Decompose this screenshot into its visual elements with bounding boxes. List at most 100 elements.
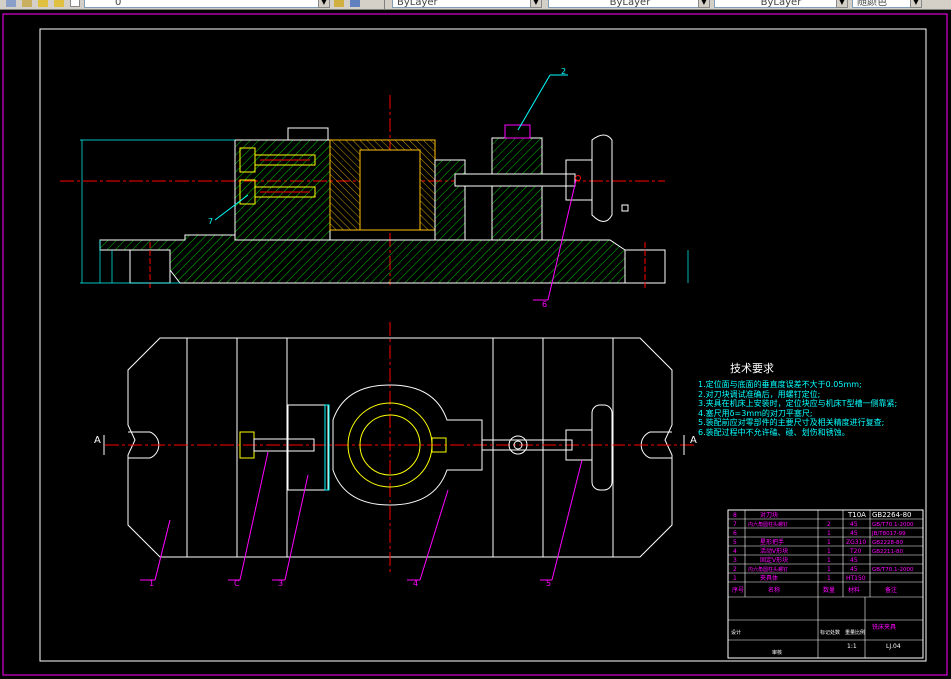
color-dropdown[interactable]: ByLayer — [392, 0, 542, 8]
bom-qty: 1 — [827, 557, 831, 564]
bom-no: 3 — [733, 557, 737, 564]
bom-name: 对刀块 — [760, 511, 778, 519]
balloon-6: 6 — [542, 300, 547, 309]
lineweight-dropdown[interactable]: ByLayer — [714, 0, 844, 8]
bom-name: 内六角圆柱头螺钉 — [748, 521, 788, 528]
front-section-view — [60, 74, 689, 301]
bom-std: GB2211-80 — [872, 549, 904, 555]
leader-4 — [419, 489, 449, 581]
bom-name: 固定V形块 — [760, 556, 788, 564]
plotstyle-dropdown-arrow-icon[interactable]: ▼ — [910, 0, 922, 8]
lightbulb-icon[interactable] — [38, 0, 48, 7]
plotstyle-value: 随颜色 — [857, 0, 887, 8]
balloon-1: 1 — [149, 579, 154, 588]
bom-no: 5 — [733, 539, 737, 546]
bom-header-material: 材料 — [848, 586, 860, 594]
fixture-base-section — [99, 234, 626, 284]
screw-center-mark — [575, 175, 581, 181]
bom-qty: 1 — [827, 548, 831, 555]
leader-3 — [284, 474, 309, 581]
balloon-4: 4 — [413, 579, 418, 588]
tech-line: 3.夹具在机床上安装时，定位块应与机床T型槽一侧靠紧; — [698, 399, 898, 409]
sheet-inner-border — [39, 28, 927, 662]
bom-material: 45 — [850, 557, 858, 564]
properties-toolbar: 0 ▼ ByLayer ▼ ByLayer ▼ ByLayer ▼ 随颜色 ▼ — [0, 0, 951, 10]
section-label-left: A — [94, 435, 101, 446]
bom-name: 活动V形块 — [760, 547, 788, 555]
title-label-design: 设计 — [731, 629, 741, 636]
title-label-marks: 标记处数 — [820, 629, 840, 636]
tech-line: 5.装配前应对零部件的主要尺寸及相关精度进行复查; — [698, 418, 885, 428]
bom-no: 4 — [733, 548, 737, 555]
linetype-value: ByLayer — [609, 0, 651, 8]
bom-no: 8 — [733, 512, 737, 519]
lineweight-dropdown-arrow-icon[interactable]: ▼ — [836, 0, 848, 8]
bom-name: 夹具体 — [760, 574, 778, 582]
bom-material: HT150 — [846, 575, 866, 582]
linetype-dropdown-arrow-icon[interactable]: ▼ — [698, 0, 710, 8]
plotstyle-dropdown[interactable]: 随颜色 — [852, 0, 912, 8]
linetype-dropdown[interactable]: ByLayer — [548, 0, 708, 8]
make-current-layer-icon[interactable] — [334, 0, 344, 7]
bom-qty: 1 — [827, 575, 831, 582]
screw-2 — [504, 124, 531, 139]
bom-material: 45 — [850, 530, 858, 537]
tech-line: 4.塞尺用δ=3mm的对刀平塞尺; — [698, 408, 813, 418]
drawing-name: 铣床夹具 — [872, 623, 896, 631]
tech-requirements-title: 技术要求 — [730, 362, 774, 375]
title-label-review: 审核 — [772, 649, 782, 656]
star-knob — [591, 134, 613, 222]
balloon-c: C — [234, 579, 240, 588]
balloon-5: 5 — [546, 579, 551, 588]
bom-std: GB/T70.1-2000 — [872, 522, 914, 528]
cutter-block — [287, 127, 329, 141]
cad-drawing-canvas[interactable]: 2 7 6 A A 1 C 3 4 5 8 对刀块 T10A GB2264-80… — [0, 10, 951, 679]
title-label-scale: 比例 — [855, 629, 865, 636]
drawing-scale: 1:1 — [847, 643, 857, 650]
bom-qty: 1 — [827, 530, 831, 537]
movable-v-block-section — [434, 159, 466, 241]
sun-icon[interactable] — [54, 0, 64, 7]
bom-qty: 1 — [827, 566, 831, 573]
bom-no: 2 — [733, 566, 737, 573]
layer-previous-icon[interactable] — [350, 0, 360, 7]
drawing-number: LJ.04 — [886, 643, 901, 650]
layer-dropdown[interactable]: 0 — [84, 0, 324, 8]
bom-name: 内六角圆柱头螺钉 — [748, 566, 788, 573]
layer-state-icon[interactable] — [22, 0, 32, 7]
screw-support-section — [491, 137, 543, 241]
leader-c — [239, 451, 269, 581]
bom-no: 6 — [733, 530, 737, 537]
leader-2 — [517, 74, 551, 131]
layer-dropdown-arrow-icon[interactable]: ▼ — [318, 0, 330, 8]
bom-material: T10A — [847, 511, 866, 519]
balloon-7: 7 — [208, 217, 213, 226]
lineweight-value: ByLayer — [760, 0, 802, 8]
layer-value: 0 — [115, 0, 122, 8]
knob-marker — [621, 204, 629, 212]
bom-material: 45 — [850, 566, 858, 573]
bom-header-qty: 数量 — [823, 586, 835, 594]
bom-std: GB/T70.1-2000 — [872, 567, 914, 573]
bom-std: GB2228-80 — [872, 540, 904, 546]
bom-std: GB2264-80 — [872, 511, 911, 519]
bom-material: 45 — [850, 521, 858, 528]
bom-material: T20 — [849, 548, 861, 555]
layer-manager-icon[interactable] — [6, 0, 16, 7]
bom-rows: 8 对刀块 T10A GB2264-80 7 内六角圆柱头螺钉 2 45 GB/… — [732, 511, 914, 594]
bom-header-remark: 备注 — [885, 586, 897, 594]
balloon-3: 3 — [278, 579, 283, 588]
leader-1 — [154, 519, 171, 581]
bom-material: ZG310 — [846, 539, 866, 546]
fixture-body-outline — [127, 337, 673, 558]
top-view — [103, 322, 695, 581]
tech-line: 1.定位面与底面的垂直度误差不大于0.05mm; — [698, 380, 862, 389]
toolbar-separator — [384, 0, 385, 9]
color-square-icon[interactable] — [70, 0, 80, 7]
bom-std: JB/T8017-99 — [871, 531, 906, 537]
sheet-outer-border — [2, 13, 948, 676]
title-label-weight: 重量 — [845, 629, 855, 636]
color-dropdown-arrow-icon[interactable]: ▼ — [530, 0, 542, 8]
color-value: ByLayer — [397, 0, 438, 8]
lead-screw — [454, 173, 576, 187]
